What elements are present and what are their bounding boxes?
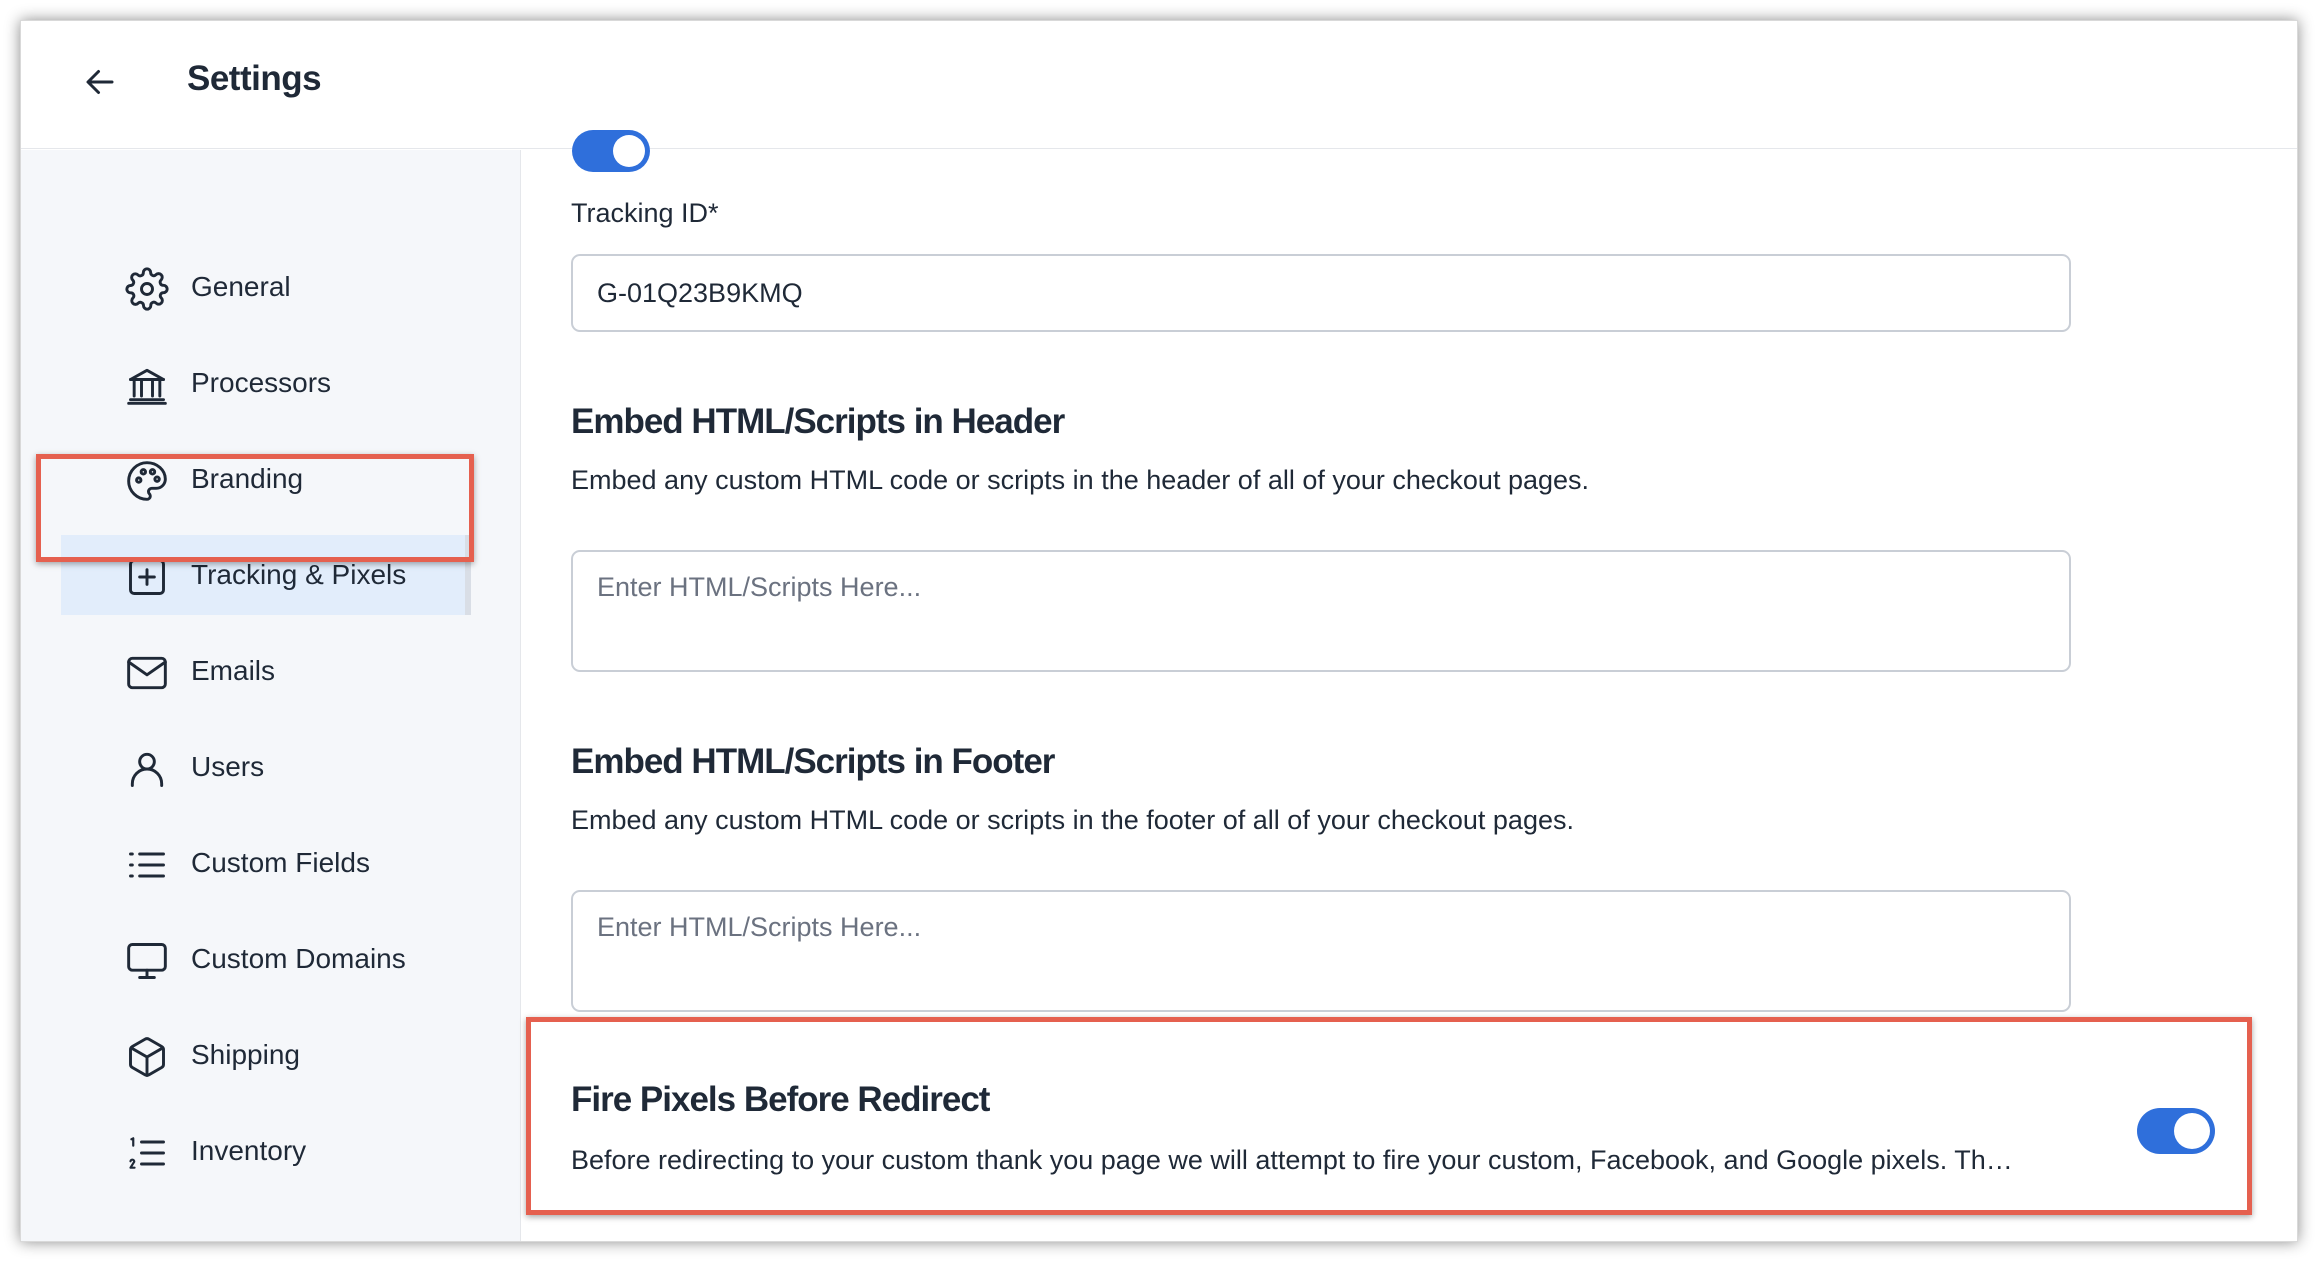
tracking-enabled-toggle[interactable] bbox=[572, 130, 650, 172]
fire-pixels-toggle[interactable] bbox=[2137, 1108, 2215, 1154]
sidebar-item-custom-fields[interactable]: Custom Fields bbox=[61, 823, 471, 903]
embed-header-title: Embed HTML/Scripts in Header bbox=[571, 402, 1065, 441]
sidebar-item-label: Branding bbox=[191, 463, 304, 494]
sidebar-item-custom-domains[interactable]: Custom Domains bbox=[61, 919, 471, 999]
embed-footer-description: Embed any custom HTML code or scripts in… bbox=[571, 805, 1574, 835]
sidebar-item-tracking-pixels[interactable]: Tracking & Pixels bbox=[61, 535, 471, 615]
monitor-icon bbox=[125, 939, 169, 983]
sidebar-item-emails[interactable]: Emails bbox=[61, 631, 471, 711]
sidebar-item-users[interactable]: Users bbox=[61, 727, 471, 807]
sidebar-item-processors[interactable]: Processors bbox=[61, 343, 471, 423]
sidebar-item-label: Emails bbox=[191, 655, 276, 686]
sidebar-item-label: Custom Domains bbox=[191, 943, 406, 974]
page-title: Settings bbox=[187, 59, 322, 98]
settings-window: Settings General Processors Branding Tra… bbox=[20, 20, 2298, 1242]
page-header: Settings bbox=[21, 21, 2297, 149]
sidebar-item-branding[interactable]: Branding bbox=[61, 439, 471, 519]
arrow-left-icon bbox=[82, 64, 118, 100]
box-icon bbox=[125, 1035, 169, 1079]
numbered-list-icon bbox=[125, 1131, 169, 1175]
sidebar-item-label: Users bbox=[191, 751, 265, 782]
mail-icon bbox=[125, 651, 169, 695]
fire-pixels-description: Before redirecting to your custom thank … bbox=[571, 1145, 2013, 1175]
sidebar-item-label: Custom Fields bbox=[191, 847, 370, 878]
sidebar-item-shipping[interactable]: Shipping bbox=[61, 1015, 471, 1095]
plus-square-icon bbox=[125, 555, 169, 599]
bank-icon bbox=[125, 363, 169, 407]
toggle-knob bbox=[2174, 1113, 2210, 1149]
sidebar-item-inventory[interactable]: Inventory bbox=[61, 1111, 471, 1191]
sidebar-item-label: Shipping bbox=[191, 1039, 300, 1070]
list-icon bbox=[125, 843, 169, 887]
palette-icon bbox=[125, 459, 169, 503]
user-icon bbox=[125, 747, 169, 791]
sidebar-item-label: General bbox=[191, 271, 291, 302]
settings-content: Tracking ID* Embed HTML/Scripts in Heade… bbox=[522, 130, 2297, 1241]
fire-pixels-title: Fire Pixels Before Redirect bbox=[571, 1080, 990, 1119]
sidebar-item-label: Processors bbox=[191, 367, 332, 398]
sidebar-item-label: Tracking & Pixels bbox=[191, 559, 407, 590]
back-button[interactable] bbox=[75, 57, 125, 107]
embed-footer-textarea[interactable] bbox=[571, 890, 2071, 1012]
tracking-id-label: Tracking ID* bbox=[571, 198, 719, 228]
gear-icon bbox=[125, 267, 169, 311]
tracking-id-input[interactable] bbox=[571, 254, 2071, 332]
settings-sidebar: General Processors Branding Tracking & P… bbox=[21, 150, 521, 1241]
embed-footer-title: Embed HTML/Scripts in Footer bbox=[571, 742, 1055, 781]
sidebar-item-label: Inventory bbox=[191, 1135, 307, 1166]
embed-header-textarea[interactable] bbox=[571, 550, 2071, 672]
embed-header-description: Embed any custom HTML code or scripts in… bbox=[571, 465, 1590, 495]
sidebar-item-general[interactable]: General bbox=[61, 247, 471, 327]
